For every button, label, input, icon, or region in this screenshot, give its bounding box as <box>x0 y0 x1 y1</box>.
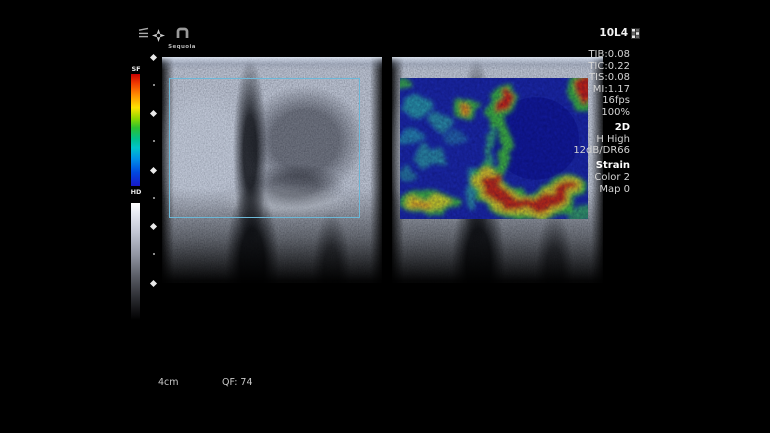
brand-logo: Sequoia <box>165 25 199 50</box>
mode-2d-label: 2D <box>520 122 630 134</box>
strain-scale-label-soft: SF <box>127 65 145 73</box>
dynamic-range-readout: 12dB/DR66 <box>520 145 630 157</box>
framerate-readout: 16fps <box>520 95 630 107</box>
probe-label: 10L4 <box>599 27 628 39</box>
tib-readout: TIB:0.08 <box>520 49 630 61</box>
strain-scale-label-hard: HD <box>127 188 145 196</box>
sequoia-logo-icon <box>175 26 190 40</box>
logo-text: Sequoia <box>165 44 199 50</box>
layers-icon[interactable] <box>137 27 150 41</box>
mi-readout: MI:1.17 <box>520 84 630 96</box>
tic-readout: TIC:0.22 <box>520 61 630 73</box>
tis-readout: TIS:0.08 <box>520 72 630 84</box>
strain-colorbar <box>131 74 140 186</box>
quality-factor-readout: QF: 74 <box>222 377 253 388</box>
depth-tick-major <box>150 54 157 61</box>
power-readout: 100% <box>520 107 630 119</box>
depth-tick-major <box>150 110 157 117</box>
probe-grid-icon <box>631 28 640 39</box>
strain-color-readout: Color 2 <box>520 172 630 184</box>
ultrasound-screen: Sequoia 10L4 <box>0 0 770 433</box>
grayscale-bar <box>131 203 140 320</box>
depth-tick-minor <box>153 253 155 255</box>
depth-readout: 4cm <box>158 377 179 388</box>
strain-map-readout: Map 0 <box>520 184 630 196</box>
strain-mode-label: Strain <box>520 160 630 172</box>
depth-tick-minor <box>153 197 155 199</box>
compass-target-icon[interactable] <box>152 29 165 42</box>
gain-readout: H High <box>520 134 630 146</box>
roi-box[interactable] <box>169 78 360 218</box>
depth-tick-major <box>150 279 157 286</box>
depth-tick-minor <box>153 140 155 142</box>
depth-tick-major <box>150 223 157 230</box>
imaging-params: TIB:0.08 TIC:0.22 TIS:0.08 MI:1.17 16fps… <box>520 49 630 195</box>
probe-block: 10L4 <box>596 27 640 39</box>
depth-tick-minor <box>153 84 155 86</box>
depth-tick-major <box>150 166 157 173</box>
